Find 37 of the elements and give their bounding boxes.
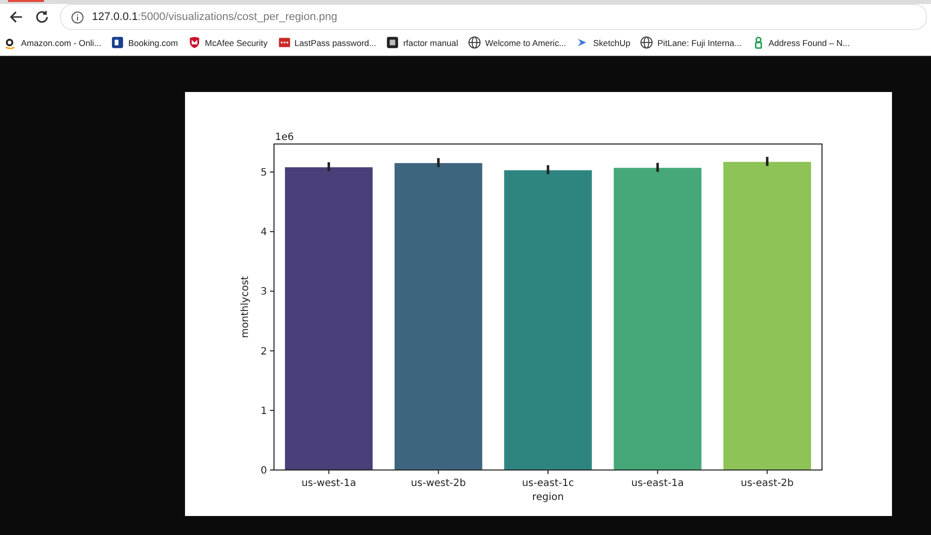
y-tick-label: 1 — [260, 406, 267, 417]
bookmark[interactable]: LastPass password... — [276, 34, 378, 51]
error-bar — [328, 162, 330, 172]
bookmark[interactable]: McAfee Security — [186, 34, 270, 51]
x-tick-label: us-east-1a — [631, 478, 684, 489]
y-axis-label: monthlycost — [240, 276, 251, 338]
bookmark[interactable]: Welcome to Americ... — [466, 34, 568, 51]
error-bar — [437, 158, 440, 168]
x-tick-label: us-east-2b — [740, 478, 794, 489]
x-tick-label: us-west-2b — [410, 478, 466, 489]
address-bar[interactable]: 127.0.0.1:5000/visualizations/cost_per_region.png — [60, 4, 927, 30]
bookmark[interactable]: Amazon.com - Onli... — [2, 34, 104, 51]
info-icon[interactable] — [71, 10, 84, 24]
x-tick-label: us-west-1a — [301, 478, 356, 489]
bookmark[interactable]: PitLane: Fuji Interna... — [638, 34, 744, 51]
y-tick-label: 3 — [260, 286, 267, 298]
reload-icon[interactable] — [34, 9, 50, 25]
shield-icon — [188, 36, 201, 49]
y-tick-label: 2 — [260, 346, 267, 358]
bookmark[interactable]: Address Found – N... — [750, 34, 852, 51]
dots-icon — [278, 36, 290, 49]
bookmark[interactable]: rfactor manual — [384, 34, 460, 51]
bookmark[interactable]: SketchUp — [574, 34, 632, 51]
x-tick-label: us-east-1c — [522, 478, 574, 489]
x-axis-label: region — [532, 492, 564, 503]
globe-icon — [468, 36, 482, 49]
y-tick-label: 0 — [260, 466, 267, 476]
axis-offset-label: 1e6 — [275, 132, 294, 143]
back-icon[interactable] — [8, 9, 24, 25]
error-bar — [546, 165, 550, 174]
error-bar — [656, 162, 659, 172]
globe-icon — [640, 36, 654, 49]
bookmark[interactable]: Booking.com — [109, 34, 180, 51]
y-tick-label: 5 — [260, 168, 267, 178]
error-bar — [766, 156, 768, 166]
app-icon — [386, 36, 400, 49]
y-tick-label: 4 — [260, 227, 267, 238]
